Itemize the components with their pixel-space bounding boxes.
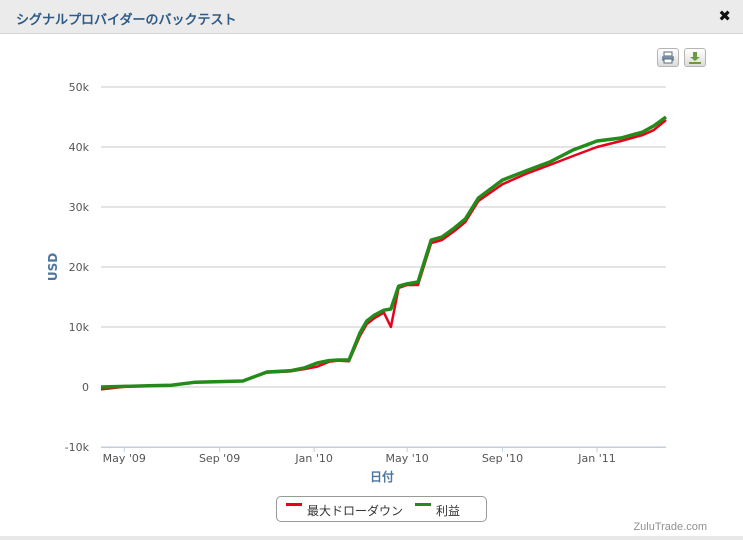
y-tick-label: -10k xyxy=(65,441,90,454)
legend-item-drawdown[interactable]: 最大ドローダウン xyxy=(307,502,403,519)
x-tick-label: May '10 xyxy=(386,452,429,465)
x-tick-label: Jan '11 xyxy=(577,452,615,465)
x-tick-label: Sep '10 xyxy=(482,452,523,465)
backtest-chart: 50k 40k 30k 20k 10k 0 -10k May '09 Sep '09 Jan '… xyxy=(46,81,668,484)
credits-link[interactable]: ZuluTrade.com xyxy=(633,521,707,533)
y-tick-label: 0 xyxy=(82,381,89,394)
x-axis-title: 日付 xyxy=(370,469,394,484)
y-tick-label: 30k xyxy=(69,201,90,214)
legend-swatch-drawdown xyxy=(286,503,302,506)
x-tick-label: May '09 xyxy=(103,452,146,465)
y-axis-title: USD xyxy=(46,253,60,281)
legend-swatch-profit xyxy=(415,503,431,506)
y-tick-label: 10k xyxy=(69,321,90,334)
x-tick-label: Jan '10 xyxy=(294,452,332,465)
y-tick-label: 20k xyxy=(69,261,90,274)
profit-series-line[interactable] xyxy=(100,115,668,389)
drawdown-series-line[interactable] xyxy=(100,119,667,391)
x-tick-label: Sep '09 xyxy=(199,452,240,465)
y-tick-label: 40k xyxy=(69,141,90,154)
chart-legend: 最大ドローダウン 利益 xyxy=(276,496,487,522)
page-edge xyxy=(0,536,743,540)
legend-item-profit[interactable]: 利益 xyxy=(436,502,460,519)
y-tick-label: 50k xyxy=(69,81,90,94)
